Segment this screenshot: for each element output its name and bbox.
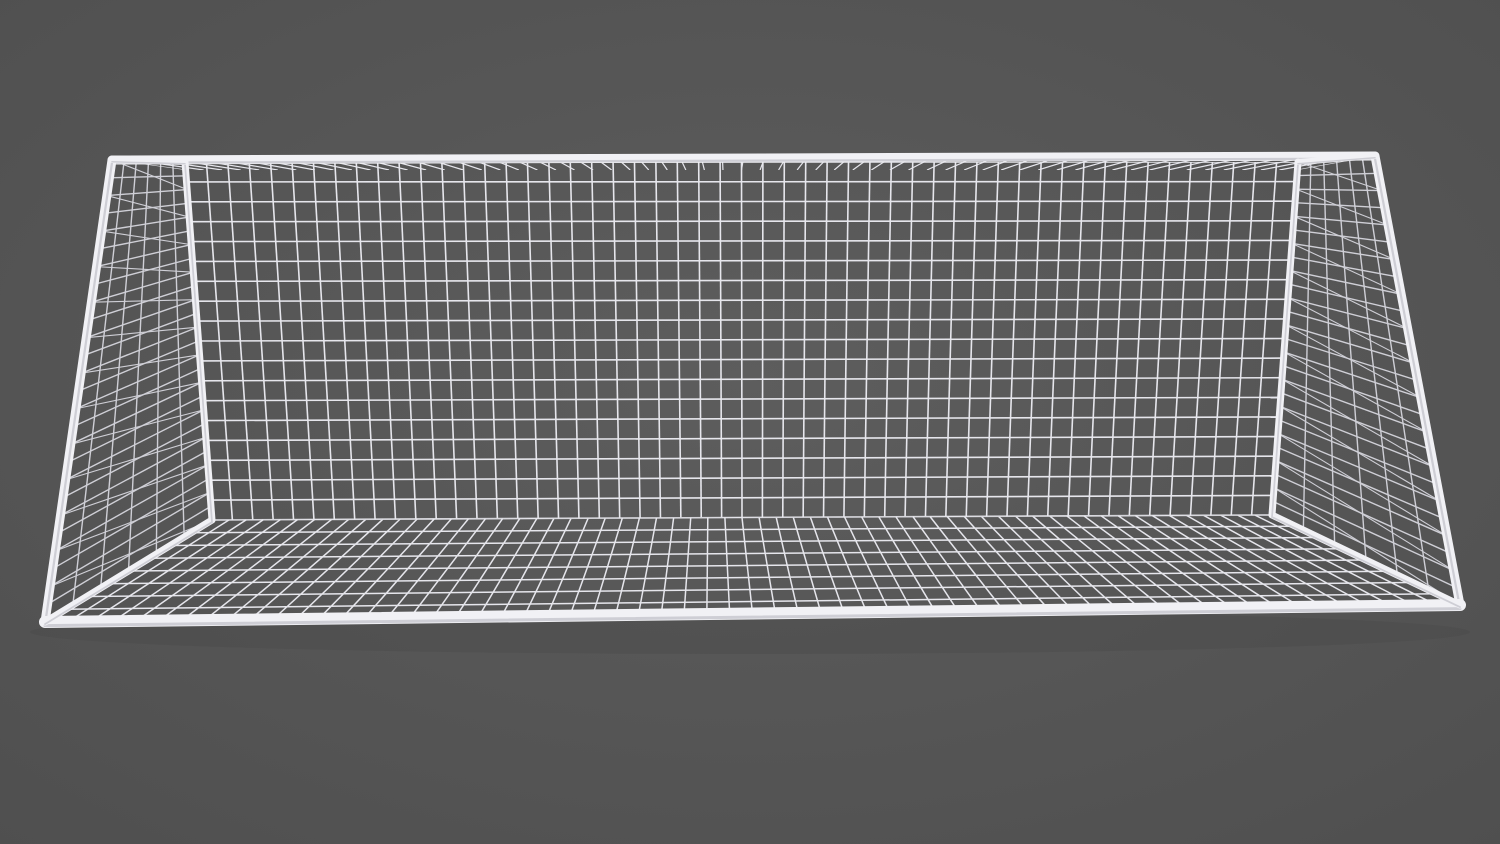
goal-net-render	[0, 0, 1500, 844]
net-strand	[190, 239, 1293, 243]
render-viewport	[0, 0, 1500, 844]
net-strand	[189, 220, 1294, 223]
net-strand	[187, 200, 1296, 203]
